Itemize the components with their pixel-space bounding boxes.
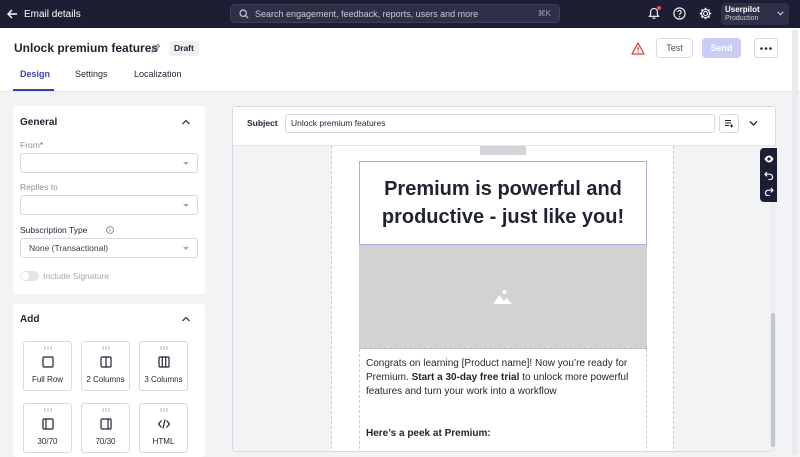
window-title: Email details [24,8,81,20]
tile-label: Full Row [31,375,64,384]
editor-scrollbar-thumb[interactable] [771,313,775,447]
chevron-up-icon[interactable] [181,315,191,323]
add-panel-title: Add [20,314,40,325]
personalization-button[interactable] [719,114,739,133]
drag-handle-icon [44,346,52,350]
chevron-down-icon [777,11,784,16]
tile-split-70-30[interactable]: 70/30 [81,403,130,453]
image-placeholder[interactable] [359,245,647,349]
email-headline: Premium is powerful and productive - jus… [381,178,625,228]
logo-placeholder[interactable] [480,146,526,155]
tile-label: 70/30 [95,437,116,446]
chevron-down-icon[interactable] [749,120,758,127]
preview-toolbar [760,148,777,202]
drag-handle-icon [160,408,168,412]
code-icon [157,419,171,429]
drag-handle-icon [102,408,110,412]
tile-label: HTML [152,437,175,446]
pencil-icon[interactable] [151,43,161,53]
redo-icon[interactable] [764,186,774,196]
status-badge: Draft [169,41,199,56]
search-icon [239,8,249,19]
caret-down-icon [183,162,189,165]
test-button[interactable]: Test [656,38,693,58]
search-placeholder: Search engagement, feedback, reports, us… [255,8,479,19]
subscription-type-select[interactable]: None (Transactional) [20,238,198,258]
tile-label: 2 Columns [86,375,125,384]
active-tab-indicator [13,89,54,91]
general-panel: General From* Replies to Subscription Ty… [13,106,205,294]
replies-to-label: Replies to [20,182,58,192]
email-peek-heading: Here’s a peek at Premium: [366,428,491,439]
email-body-text: Congrats on learning [Product name]! Now… [366,358,629,397]
tile-full-row[interactable]: Full Row [23,341,72,391]
page-header: Unlock premium features Draft Test Send … [0,28,800,92]
tile-label: 30/70 [37,437,58,446]
more-dots-icon [760,46,772,50]
tab-localization[interactable]: Localization [134,69,182,79]
chevron-up-icon[interactable] [181,118,191,126]
add-variable-icon [725,120,734,128]
page-title: Unlock premium features [14,41,159,55]
tile-label: 3 Columns [144,375,183,384]
two-columns-icon [100,356,112,368]
account-environment: Production [725,15,759,22]
warning-icon[interactable] [631,42,645,55]
info-icon[interactable] [106,226,114,234]
tile-split-30-70[interactable]: 30/70 [23,403,72,453]
from-select[interactable] [20,153,198,173]
gear-icon[interactable] [698,6,713,21]
drag-handle-icon [160,346,168,350]
help-icon[interactable] [672,6,687,21]
global-search[interactable]: Search engagement, feedback, reports, us… [230,4,560,23]
drag-handle-icon [102,346,110,350]
email-editor: Subject Unlock premium features Premium … [232,106,776,452]
from-label: From* [20,140,44,150]
include-signature-toggle[interactable] [20,271,39,281]
subscription-type-label: Subscription Type [20,225,88,235]
include-signature-label: Include Signature [43,271,110,281]
eye-icon[interactable] [764,154,774,164]
tile-two-columns[interactable]: 2 Columns [81,341,130,391]
account-name: Userpilot [725,5,760,14]
account-switcher[interactable]: Userpilot Production [721,3,789,25]
split-30-70-icon [42,418,54,430]
undo-icon[interactable] [764,170,774,180]
subject-label: Subject [247,118,278,128]
drag-handle-icon [44,408,52,412]
caret-down-icon [183,204,189,207]
image-icon [493,289,512,304]
tab-settings[interactable]: Settings [75,69,108,79]
tab-design[interactable]: Design [20,69,50,79]
headline-block[interactable]: Premium is powerful and productive - jus… [359,161,647,245]
email-canvas[interactable]: Premium is powerful and productive - jus… [233,145,775,451]
add-panel: Add Full Row 2 Columns 3 Columns 30/70 7… [13,304,205,457]
bell-icon[interactable] [646,6,661,21]
notification-dot [657,6,661,10]
three-columns-icon [158,356,170,368]
back-arrow-icon[interactable] [6,8,18,20]
search-shortcut: ⌘K [537,9,551,18]
page-scrollbar[interactable] [792,30,798,455]
full-row-icon [42,356,54,368]
subscription-type-value: None (Transactional) [29,243,109,253]
more-options-button[interactable] [754,38,778,58]
top-bar: Email details Search engagement, feedbac… [0,0,800,28]
caret-down-icon [183,247,189,250]
tile-three-columns[interactable]: 3 Columns [139,341,188,391]
replies-to-select[interactable] [20,195,198,215]
general-panel-title: General [20,117,58,128]
send-button[interactable]: Send [702,38,741,58]
tile-html[interactable]: HTML [139,403,188,453]
email-body-column: Premium is powerful and productive - jus… [331,146,674,451]
subject-input[interactable]: Unlock premium features [285,114,715,133]
split-70-30-icon [100,418,112,430]
